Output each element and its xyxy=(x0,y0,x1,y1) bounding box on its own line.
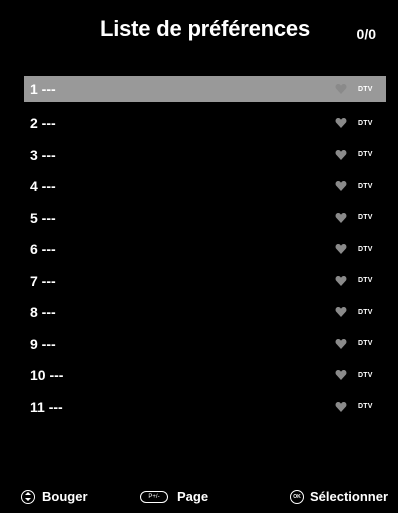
list-item[interactable]: 11 --- DTV xyxy=(24,391,386,423)
heart-icon xyxy=(335,83,347,95)
list-item[interactable]: 8 --- DTV xyxy=(24,297,386,329)
heart-icon xyxy=(335,275,347,287)
source-tag: DTV xyxy=(358,85,373,93)
ok-button-icon: OK xyxy=(290,489,304,504)
heart-icon xyxy=(335,306,347,318)
heart-icon xyxy=(335,243,347,255)
list-item[interactable]: 7 --- DTV xyxy=(24,265,386,297)
source-tag: DTV xyxy=(358,403,373,411)
channel-label: 5 --- xyxy=(30,209,56,226)
list-item[interactable]: 1 --- DTV xyxy=(24,76,386,102)
list-item[interactable]: 4 --- DTV xyxy=(24,171,386,203)
channel-label: 11 --- xyxy=(30,398,63,415)
channel-label: 9 --- xyxy=(30,335,56,352)
source-tag: DTV xyxy=(358,119,373,127)
heart-icon xyxy=(335,117,347,129)
channel-label: 3 --- xyxy=(30,146,56,163)
channel-label: 2 --- xyxy=(30,115,56,132)
heart-icon xyxy=(335,369,347,381)
move-label: Bouger xyxy=(42,489,88,504)
up-down-arrows-icon xyxy=(21,489,35,504)
list-item[interactable]: 9 --- DTV xyxy=(24,328,386,360)
channel-label: 1 --- xyxy=(30,81,56,97)
heart-icon xyxy=(335,401,347,413)
favorites-count: 0/0 xyxy=(356,26,376,42)
source-tag: DTV xyxy=(358,308,373,316)
source-tag: DTV xyxy=(358,371,373,379)
heart-icon xyxy=(335,212,347,224)
source-tag: DTV xyxy=(358,214,373,222)
channel-label: 7 --- xyxy=(30,272,56,289)
list-item[interactable]: 5 --- DTV xyxy=(24,202,386,234)
source-tag: DTV xyxy=(358,151,373,159)
channel-label: 8 --- xyxy=(30,304,56,321)
channel-label: 10 --- xyxy=(30,367,64,384)
list-item[interactable]: 2 --- DTV xyxy=(24,108,386,140)
list-item[interactable]: 6 --- DTV xyxy=(24,234,386,266)
channel-label: 6 --- xyxy=(30,241,56,258)
source-tag: DTV xyxy=(358,182,373,190)
list-item[interactable]: 10 --- DTV xyxy=(24,360,386,392)
source-tag: DTV xyxy=(358,340,373,348)
select-hint: OK Sélectionner xyxy=(290,489,388,504)
source-tag: DTV xyxy=(358,245,373,253)
heart-icon xyxy=(335,338,347,350)
heart-icon xyxy=(335,149,347,161)
channel-label: 4 --- xyxy=(30,178,56,195)
heart-icon xyxy=(335,180,347,192)
page-label: Page xyxy=(177,489,209,504)
source-tag: DTV xyxy=(358,277,373,285)
footer-hints: Bouger P+/- Page OK Sélectionner xyxy=(0,486,398,508)
list-item[interactable]: 3 --- DTV xyxy=(24,139,386,171)
select-label: Sélectionner xyxy=(310,489,389,504)
move-hint: Bouger xyxy=(21,489,88,504)
header: Liste de préférences 0/0 xyxy=(0,0,398,62)
page-title: Liste de préférences xyxy=(100,16,310,41)
favorites-list: 1 --- DTV 2 --- DTV 3 --- DTV 4 --- DTV 5 --- DTV… xyxy=(24,76,386,423)
page-hint: P+/- Page xyxy=(140,489,208,504)
page-key-icon: P+/- xyxy=(140,490,168,503)
